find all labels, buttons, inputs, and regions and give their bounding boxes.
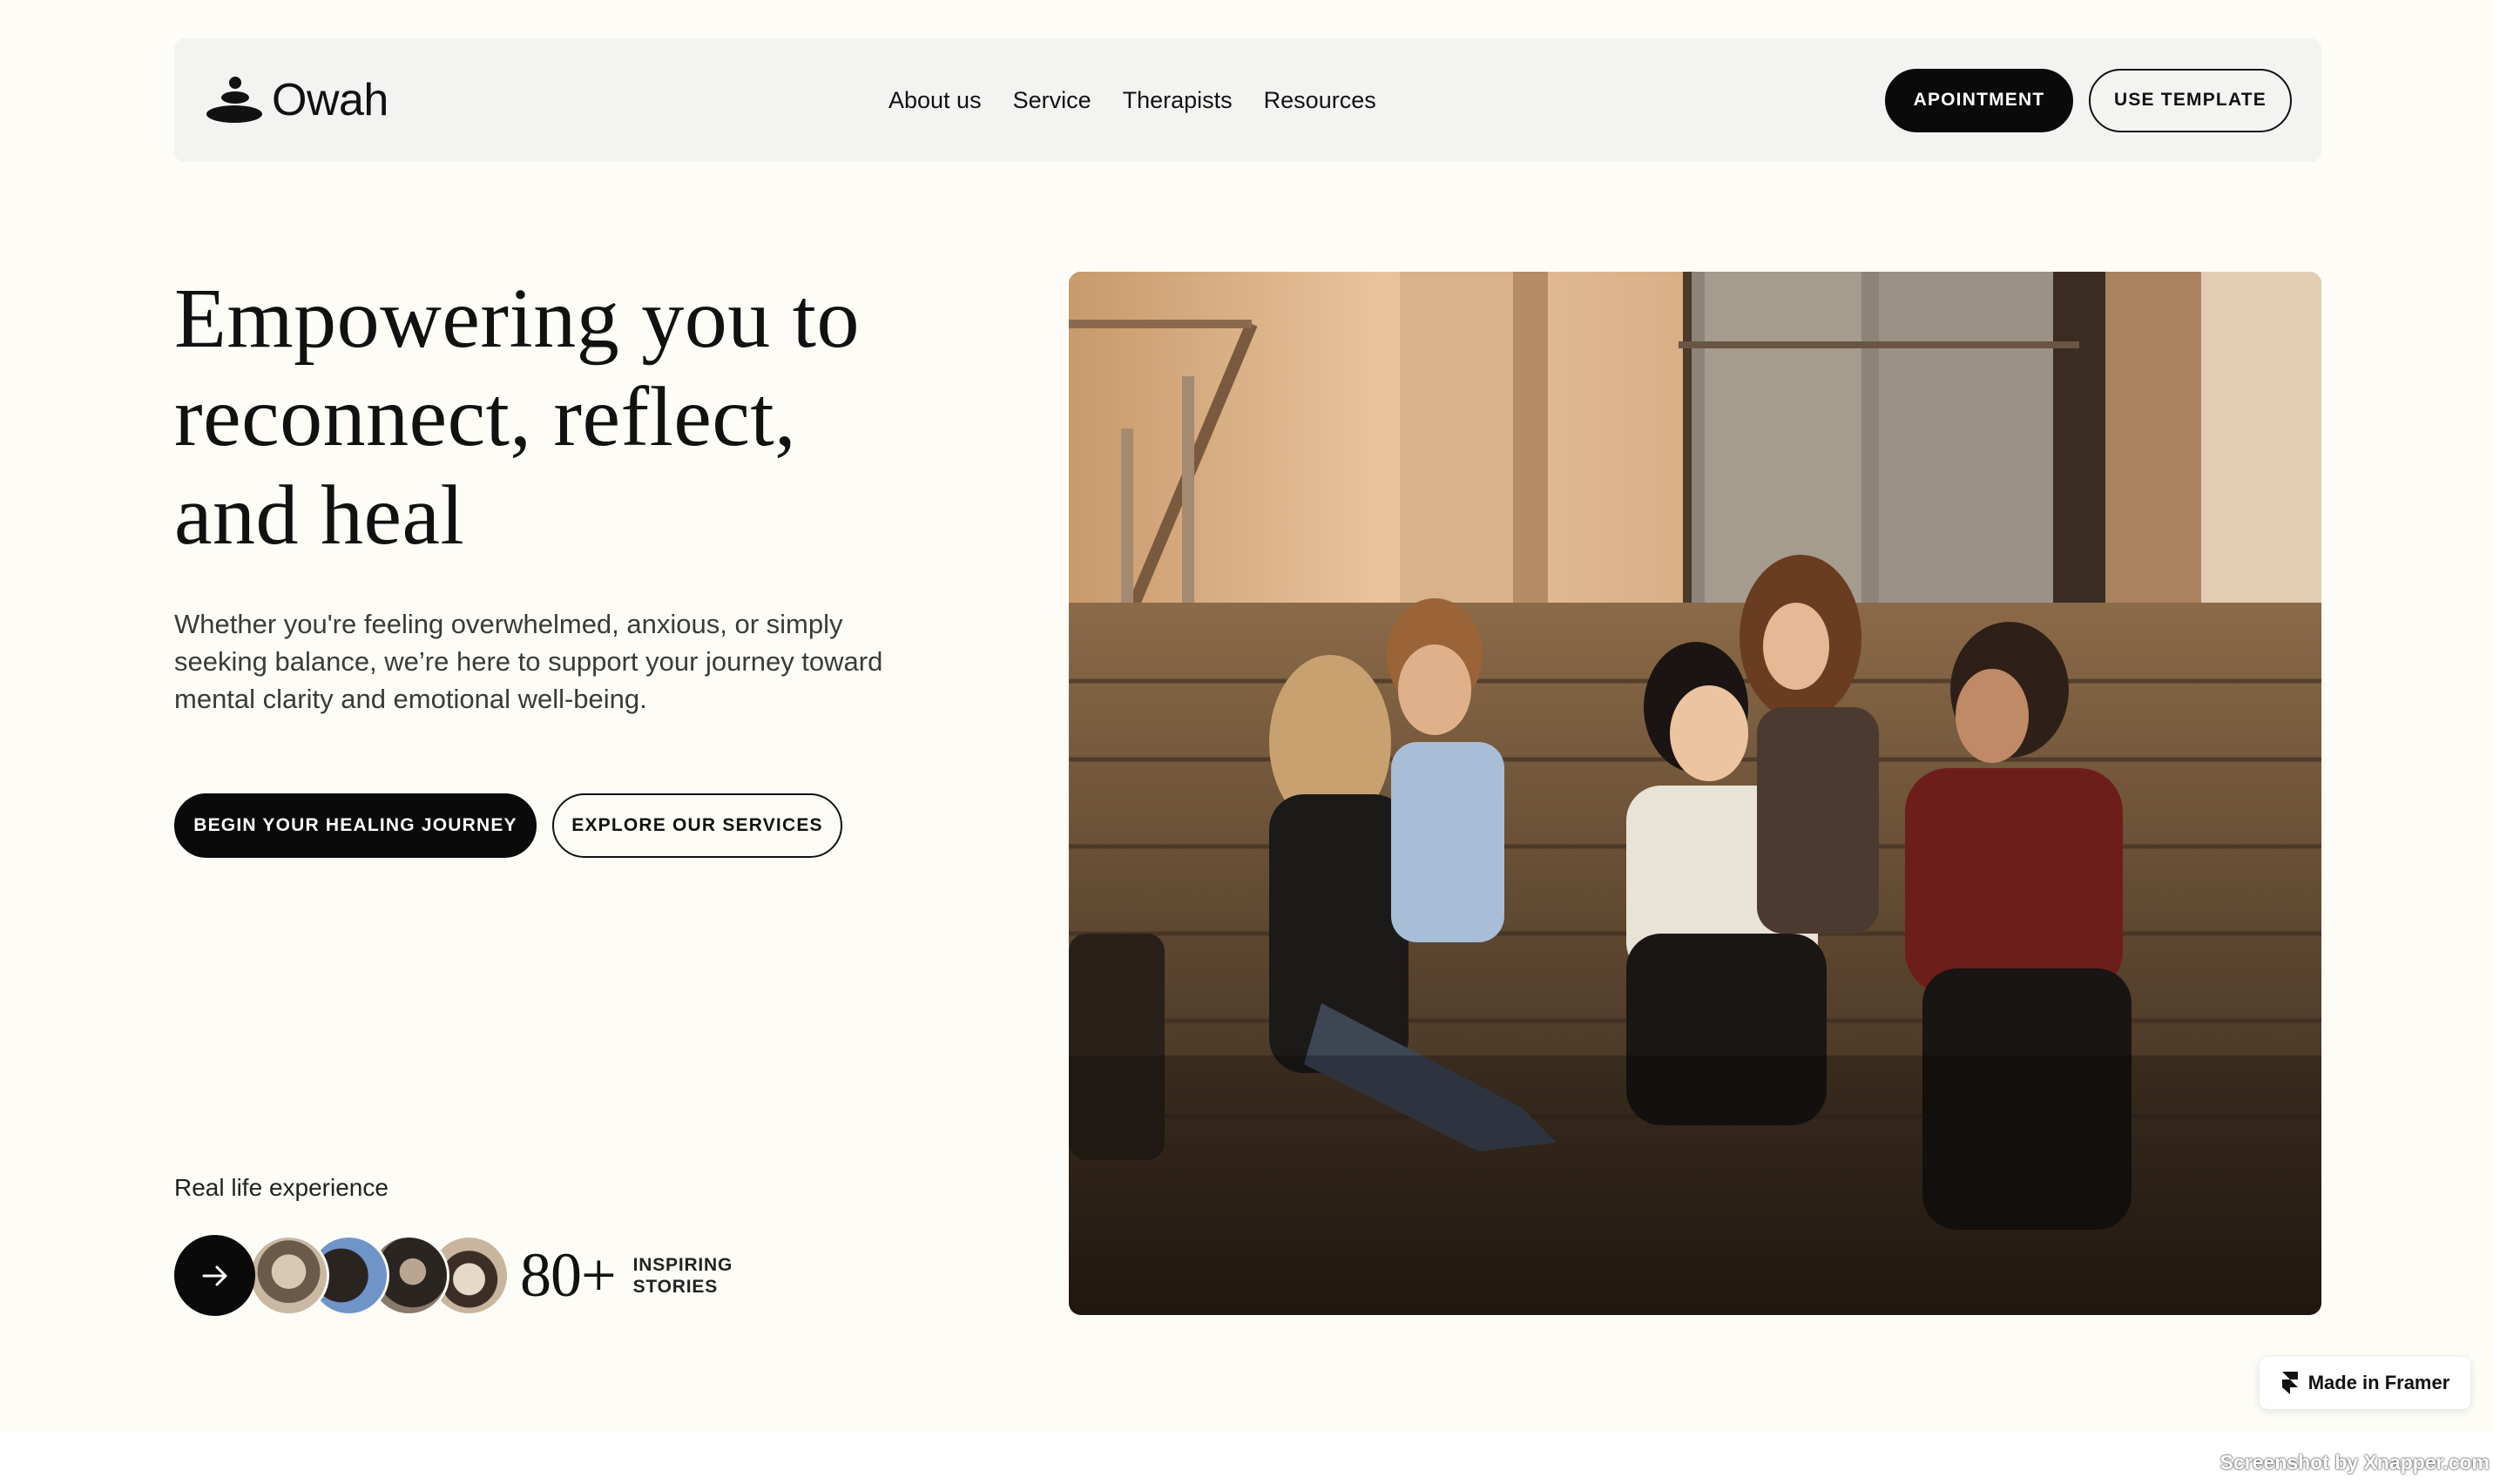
badge-label: Made in Framer	[2307, 1372, 2450, 1393]
stories-row: 80+ INSPIRING STORIES	[174, 1235, 733, 1316]
appointment-button[interactable]: APOINTMENT	[1885, 68, 2073, 132]
hero-subtitle: Whether you're feeling overwhelmed, anxi…	[174, 609, 883, 714]
nav-link-about[interactable]: About us	[888, 87, 982, 114]
stories-heading: Real life experience	[174, 1174, 388, 1201]
stories-count: 80+	[520, 1240, 617, 1310]
hero-photo	[1069, 272, 2321, 1315]
explore-services-button[interactable]: EXPLORE OUR SERVICES	[552, 793, 842, 858]
stories-label-line: STORIES	[632, 1276, 719, 1297]
hero-title-line: and heal	[174, 469, 465, 563]
owah-logo-icon	[206, 77, 262, 123]
brand-name: Owah	[272, 75, 388, 125]
begin-journey-button[interactable]: BEGIN YOUR HEALING JOURNEY	[174, 793, 537, 858]
stories-label: INSPIRING STORIES	[633, 1254, 733, 1298]
made-in-framer-badge[interactable]: Made in Framer	[2260, 1357, 2470, 1409]
stories-label-line: INSPIRING	[632, 1254, 733, 1275]
main-nav: About us Service Therapists Resources	[888, 38, 1376, 162]
stories-arrow-button[interactable]	[174, 1235, 255, 1316]
hero-title-line: Empowering you to	[174, 272, 860, 366]
hero-photo-scene	[1069, 272, 2321, 1315]
nav-link-therapists[interactable]: Therapists	[1123, 87, 1233, 114]
page-bottom-strip	[0, 1432, 2493, 1484]
use-template-button[interactable]: USE TEMPLATE	[2089, 68, 2292, 132]
hero-title: Empowering you to reconnect, reflect, an…	[174, 270, 958, 565]
arrow-right-icon	[202, 1265, 226, 1285]
brand-logo[interactable]: Owah	[204, 74, 388, 126]
hero-title-line: reconnect, reflect,	[174, 370, 797, 464]
avatar	[248, 1235, 329, 1316]
nav-actions: APOINTMENT USE TEMPLATE	[1885, 68, 2292, 132]
nav-link-service[interactable]: Service	[1013, 87, 1091, 114]
framer-icon	[2281, 1372, 2298, 1394]
avatar-stack	[248, 1235, 510, 1316]
screenshot-watermark: Screenshot by Xnapper.com	[2219, 1451, 2490, 1474]
top-navbar: Owah About us Service Therapists Resourc…	[174, 38, 2321, 162]
hero-cta-group: BEGIN YOUR HEALING JOURNEY EXPLORE OUR S…	[174, 793, 842, 858]
nav-link-resources[interactable]: Resources	[1264, 87, 1376, 114]
